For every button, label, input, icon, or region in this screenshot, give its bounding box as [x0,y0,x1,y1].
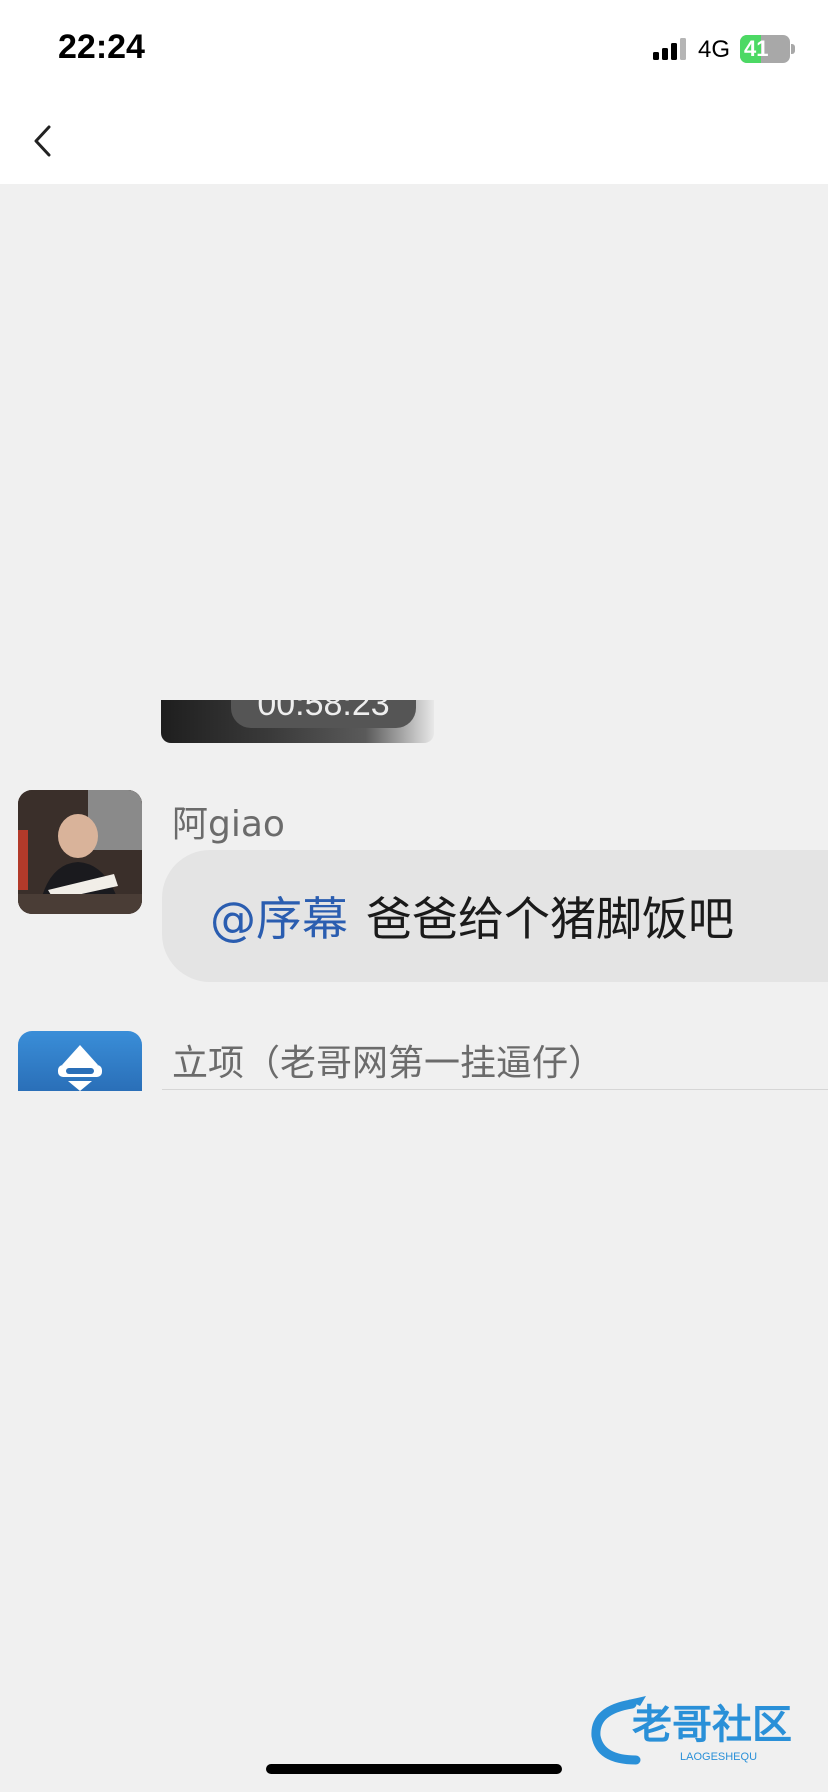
sender-name: 阿giao [172,804,285,845]
video-duration-label: 00:58:23 [231,700,416,728]
mention-link[interactable]: @序幕 [210,883,348,949]
svg-text:老哥社区: 老哥社区 [632,1702,792,1748]
user-photo-icon [18,790,142,914]
user-avatar-icon [58,1045,102,1091]
status-time: 22:24 [58,28,145,66]
divider [162,1089,828,1090]
avatar[interactable] [18,1031,142,1091]
message-bubble[interactable]: @序幕 爸爸给个猪脚饭吧 [162,850,828,982]
battery-icon: 41 [740,35,790,63]
status-bar: 22:24 4G 41 [0,0,828,100]
battery-cap [791,44,795,54]
battery-level: 41 [744,36,769,61]
watermark-logo: 老哥社区 LAOGESHEQU [591,1696,792,1765]
home-indicator[interactable] [266,1764,562,1774]
navigation-bar [0,100,828,184]
svg-text:LAOGESHEQU: LAOGESHEQU [680,1751,757,1763]
chevron-left-icon[interactable] [24,116,64,166]
message-text: 爸爸给个猪脚饭吧 [366,892,734,946]
network-type-label: 4G [698,36,731,63]
avatar[interactable] [18,790,142,914]
video-message-thumbnail[interactable]: 00:58:23 [161,700,434,743]
sender-name: 立项（老哥网第一挂逼仔） [172,1043,605,1084]
cellular-signal-icon [653,38,686,60]
